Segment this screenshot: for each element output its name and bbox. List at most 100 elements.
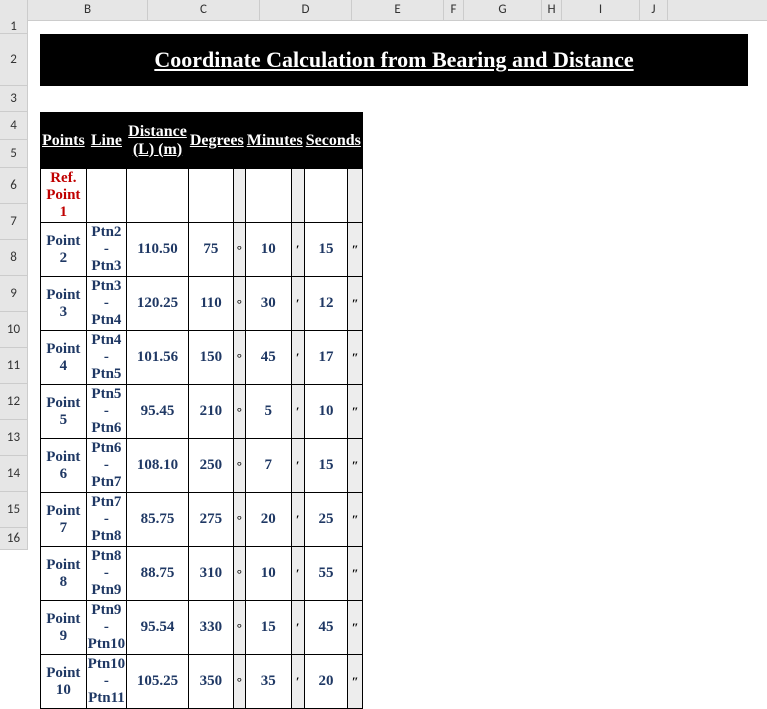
cell-min-sym[interactable]: ′: [291, 277, 304, 331]
cell-line[interactable]: Ptn10 - Ptn11: [86, 655, 127, 709]
cell-sec-sym[interactable]: ″: [348, 439, 363, 493]
cell-min-sym[interactable]: ′: [291, 655, 304, 709]
row-header-14[interactable]: 14: [0, 456, 28, 492]
row-header-9[interactable]: 9: [0, 276, 28, 312]
cell-degrees[interactable]: 110: [188, 277, 233, 331]
row-header-13[interactable]: 13: [0, 420, 28, 456]
cell-degrees[interactable]: 350: [188, 655, 233, 709]
cell-deg-sym[interactable]: °: [234, 547, 246, 601]
cell-distance[interactable]: 105.25: [127, 655, 189, 709]
cell-minutes[interactable]: 20: [245, 493, 291, 547]
cell-degrees[interactable]: 250: [188, 439, 233, 493]
cell-min-sym[interactable]: ′: [291, 385, 304, 439]
cell-seconds[interactable]: 45: [304, 601, 348, 655]
header-degrees[interactable]: Degrees: [188, 113, 245, 169]
cell-sec-sym[interactable]: ″: [348, 601, 363, 655]
row-header-6[interactable]: 6: [0, 168, 28, 204]
cell-seconds[interactable]: 10: [304, 385, 348, 439]
row-header-2[interactable]: 2: [0, 34, 28, 86]
cell-min-sym[interactable]: ′: [291, 331, 304, 385]
cell[interactable]: [127, 169, 189, 223]
cell-degrees[interactable]: 330: [188, 601, 233, 655]
cell-deg-sym[interactable]: °: [234, 439, 246, 493]
cell-point[interactable]: Point 7: [41, 493, 87, 547]
cell-sym[interactable]: [348, 169, 363, 223]
cell-line[interactable]: Ptn6 - Ptn7: [86, 439, 127, 493]
cell-minutes[interactable]: 5: [245, 385, 291, 439]
header-seconds[interactable]: Seconds: [304, 113, 362, 169]
cell-distance[interactable]: 101.56: [127, 331, 189, 385]
cell-deg-sym[interactable]: °: [234, 331, 246, 385]
cell-seconds[interactable]: 17: [304, 331, 348, 385]
cell-sec-sym[interactable]: ″: [348, 385, 363, 439]
cell-distance[interactable]: 95.54: [127, 601, 189, 655]
cell-sec-sym[interactable]: ″: [348, 331, 363, 385]
cell-minutes[interactable]: 7: [245, 439, 291, 493]
cell-seconds[interactable]: 15: [304, 223, 348, 277]
cell-sec-sym[interactable]: ″: [348, 277, 363, 331]
cell-distance[interactable]: 108.10: [127, 439, 189, 493]
cell-line[interactable]: Ptn5 - Ptn6: [86, 385, 127, 439]
cell-seconds[interactable]: 20: [304, 655, 348, 709]
cell[interactable]: [86, 169, 127, 223]
cell-min-sym[interactable]: ′: [291, 547, 304, 601]
cell-degrees[interactable]: 310: [188, 547, 233, 601]
cell-point[interactable]: Point 6: [41, 439, 87, 493]
header-line[interactable]: Line: [86, 113, 127, 169]
cell-line[interactable]: Ptn3 - Ptn4: [86, 277, 127, 331]
cell[interactable]: [304, 169, 348, 223]
cell-sec-sym[interactable]: ″: [348, 655, 363, 709]
row-header-3[interactable]: 3: [0, 86, 28, 112]
row-header-11[interactable]: 11: [0, 348, 28, 384]
header-minutes[interactable]: Minutes: [245, 113, 304, 169]
cell-sec-sym[interactable]: ″: [348, 223, 363, 277]
cell-line[interactable]: Ptn7 - Ptn8: [86, 493, 127, 547]
cell[interactable]: [245, 169, 291, 223]
cell-sec-sym[interactable]: ″: [348, 493, 363, 547]
row-header-1[interactable]: 1: [0, 20, 28, 34]
cell-minutes[interactable]: 10: [245, 223, 291, 277]
col-header-F[interactable]: F: [444, 0, 464, 20]
header-distance[interactable]: Distance (L) (m): [127, 113, 189, 169]
cell-point[interactable]: Point 4: [41, 331, 87, 385]
cell-distance[interactable]: 88.75: [127, 547, 189, 601]
row-header-12[interactable]: 12: [0, 384, 28, 420]
cell-minutes[interactable]: 30: [245, 277, 291, 331]
col-header-H[interactable]: H: [542, 0, 562, 20]
cell-point[interactable]: Point 3: [41, 277, 87, 331]
cell-minutes[interactable]: 35: [245, 655, 291, 709]
cell-point[interactable]: Point 9: [41, 601, 87, 655]
col-header-C[interactable]: C: [148, 0, 260, 20]
cell-ref-point[interactable]: Ref. Point 1: [41, 169, 87, 223]
cell-point[interactable]: Point 5: [41, 385, 87, 439]
cell-deg-sym[interactable]: °: [234, 385, 246, 439]
row-header-7[interactable]: 7: [0, 204, 28, 240]
cell-sym[interactable]: [291, 169, 304, 223]
cell-min-sym[interactable]: ′: [291, 223, 304, 277]
cell[interactable]: [188, 169, 233, 223]
cell-distance[interactable]: 95.45: [127, 385, 189, 439]
col-header-J[interactable]: J: [640, 0, 668, 20]
col-header-G[interactable]: G: [464, 0, 542, 20]
cell-minutes[interactable]: 10: [245, 547, 291, 601]
cell-point[interactable]: Point 8: [41, 547, 87, 601]
header-points[interactable]: Points: [41, 113, 87, 169]
cell-line[interactable]: Ptn2 - Ptn3: [86, 223, 127, 277]
cell-distance[interactable]: 85.75: [127, 493, 189, 547]
col-header-I[interactable]: I: [562, 0, 640, 20]
col-header-D[interactable]: D: [260, 0, 352, 20]
cell-minutes[interactable]: 45: [245, 331, 291, 385]
cell-line[interactable]: Ptn9 - Ptn10: [86, 601, 127, 655]
col-header-E[interactable]: E: [352, 0, 444, 20]
row-header-4[interactable]: 4: [0, 112, 28, 140]
cell-seconds[interactable]: 12: [304, 277, 348, 331]
cell-distance[interactable]: 110.50: [127, 223, 189, 277]
cell-line[interactable]: Ptn8 - Ptn9: [86, 547, 127, 601]
row-header-5[interactable]: 5: [0, 140, 28, 168]
cell-sym[interactable]: [234, 169, 246, 223]
row-header-15[interactable]: 15: [0, 492, 28, 528]
row-header-10[interactable]: 10: [0, 312, 28, 348]
cell-deg-sym[interactable]: °: [234, 493, 246, 547]
cell-line[interactable]: Ptn4 - Ptn5: [86, 331, 127, 385]
cell-distance[interactable]: 120.25: [127, 277, 189, 331]
